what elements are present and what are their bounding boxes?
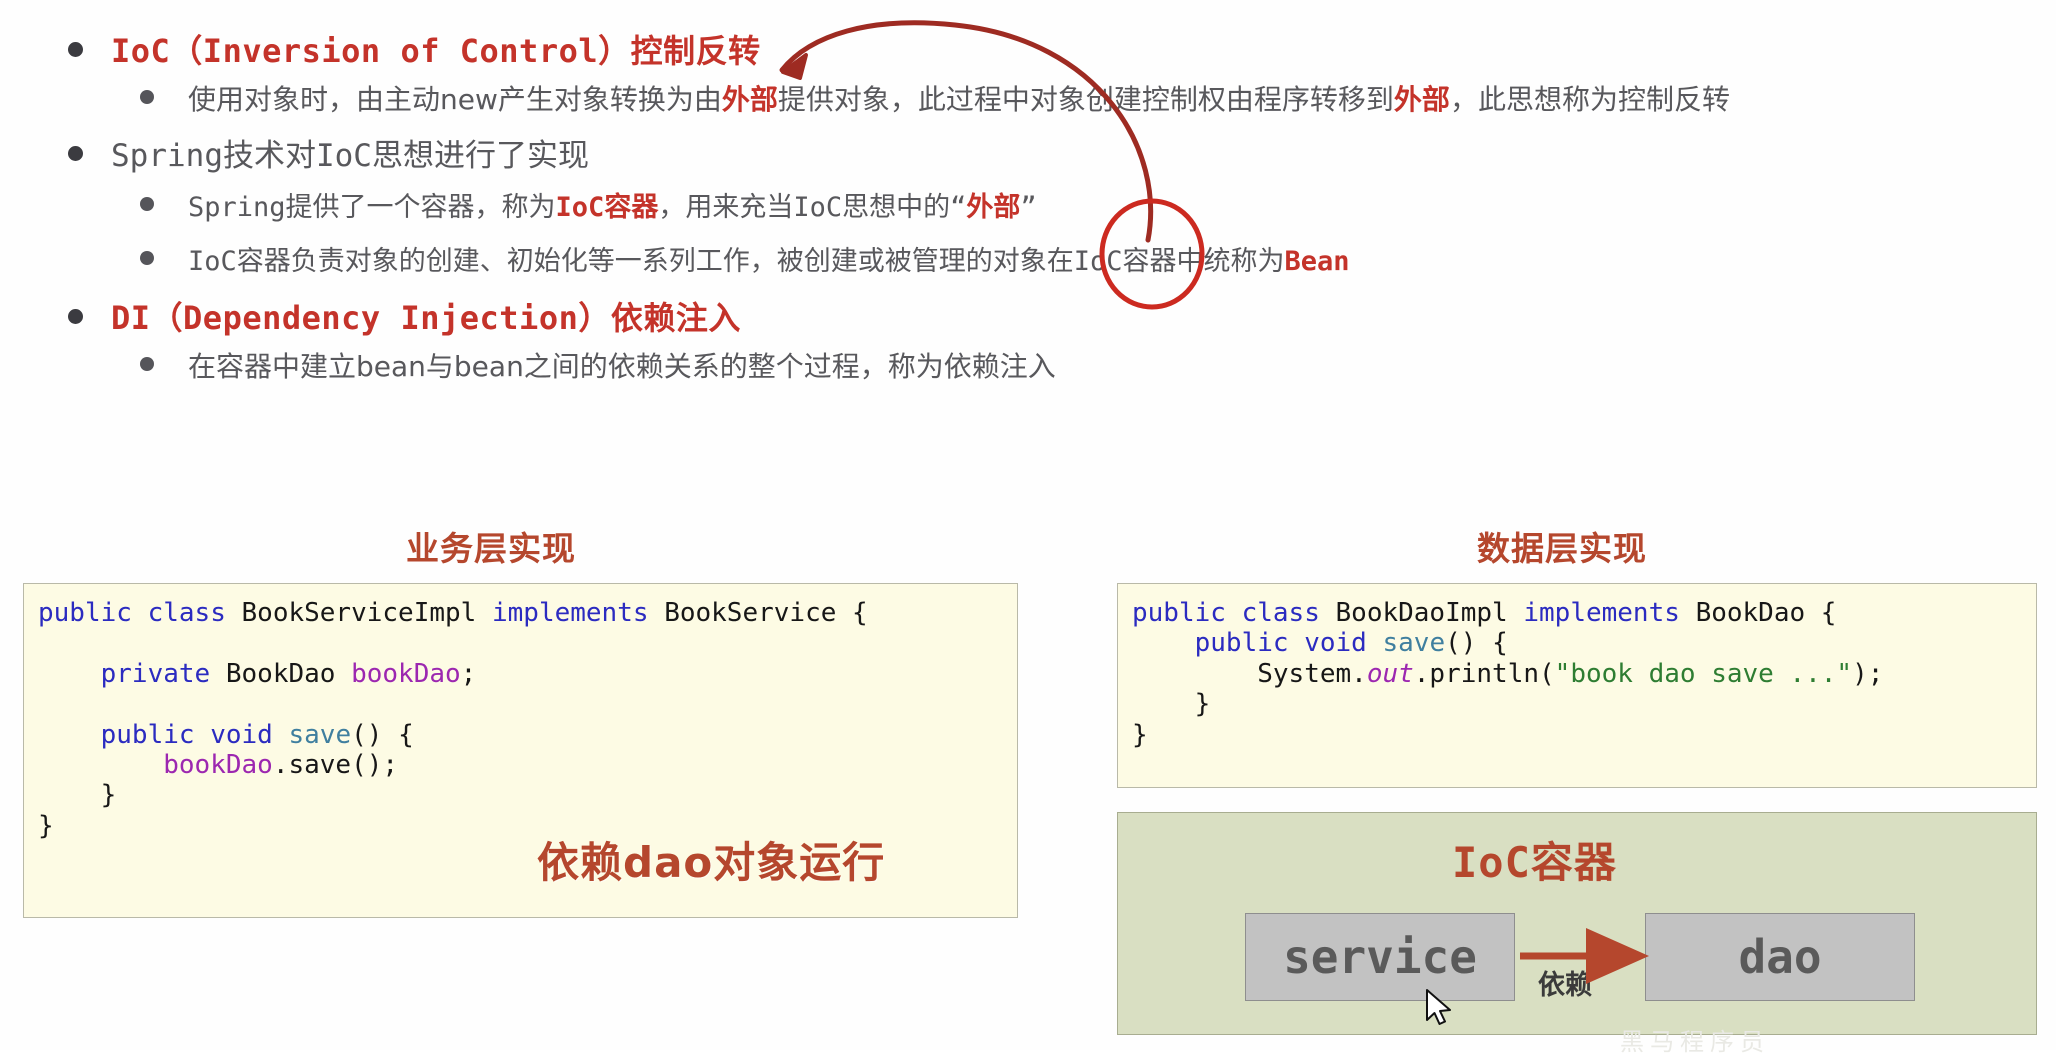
bullet-di-explanation-text: 在容器中建立bean与bean之间的依赖关系的整个过程，称为依赖注入 [188, 350, 1056, 383]
println-call: .println( [1413, 658, 1555, 689]
method-save: save [288, 719, 352, 750]
kw-implements: implements [491, 598, 649, 628]
external-keyword-2: 外部 [1393, 83, 1450, 116]
external-keyword-1: 外部 [721, 83, 778, 116]
close-brace-outer: } [1132, 719, 1148, 750]
bullet-di-heading-text: DI（Dependency Injection）依赖注入 [111, 293, 741, 339]
container-seg-5: ” [1020, 192, 1037, 223]
bullet-ioc-explanation: 使用对象时，由主动new产生对象转换为由外部提供对象，此过程中对象创建控制权由程… [140, 78, 1730, 118]
di-chinese-label: 依赖注入 [610, 299, 741, 337]
container-seg-3: ，用来充当IoC思想中的“ [658, 192, 967, 223]
string-literal: "book dao save ..." [1554, 658, 1853, 689]
kw-class: class [147, 598, 226, 628]
println-end: ); [1852, 658, 1884, 689]
semicolon: ; [460, 658, 477, 689]
bullet-ioc-heading-text: IoC（Inversion of Control）控制反转 [111, 26, 761, 72]
ioc-container-title: IoC容器 [1452, 838, 1617, 887]
bullet-dot [68, 42, 83, 57]
bullet-spring-container-text: Spring提供了一个容器，称为IoC容器，用来充当IoC思想中的“外部” [188, 185, 1037, 224]
container-seg-1: Spring提供了一个容器，称为 [188, 192, 556, 223]
service-dependency-note: 依赖dao对象运行 [537, 838, 886, 887]
watermark-text: 黑马程序员 [1620, 1028, 1770, 1056]
kw-implements: implements [1523, 598, 1680, 628]
bullet-bean-definition-text: IoC容器负责对象的创建、初始化等一系列工作，被创建或被管理的对象在IoC容器中… [188, 239, 1350, 278]
bullet-ioc-explanation-text: 使用对象时，由主动new产生对象转换为由外部提供对象，此过程中对象创建控制权由程… [188, 78, 1730, 118]
system-prefix: System. [1257, 658, 1367, 689]
bullet-dot [68, 309, 83, 324]
kw-private: private [100, 658, 211, 689]
bullet-spring-impl: Spring技术对IoC思想进行了实现 [68, 130, 589, 175]
bullet-di-heading: DI（Dependency Injection）依赖注入 [68, 293, 741, 339]
system-out-field: out [1366, 658, 1414, 689]
method-save: save [1382, 628, 1446, 659]
bean-seg-1: IoC容器负责对象的创建、初始化等一系列工作，被创建或被管理的对象在IoC容器中… [188, 246, 1285, 277]
kw-public-2: public [100, 719, 195, 750]
bullet-dot [68, 146, 83, 161]
type-bookdao: BookDao [225, 658, 336, 689]
call-save: .save(); [272, 750, 399, 781]
explanation-seg-3: 提供对象，此过程中对象创建控制权由程序转移到 [777, 83, 1394, 116]
di-english-label: DI（Dependency Injection） [111, 299, 611, 337]
close-brace-inner: } [100, 780, 117, 811]
bean-keyword: Bean [1284, 246, 1350, 277]
interface-bookdao: BookDao [1695, 598, 1806, 628]
kw-void: void [210, 719, 273, 750]
class-name-bookdaoimpl: BookDaoImpl [1335, 598, 1508, 628]
bullet-dot [140, 251, 154, 265]
open-brace: { [852, 598, 868, 628]
service-layer-title: 业务层实现 [406, 529, 576, 568]
bean-box-dao[interactable]: dao [1645, 913, 1915, 1001]
bullet-di-explanation: 在容器中建立bean与bean之间的依赖关系的整个过程，称为依赖注入 [140, 345, 1056, 385]
bullet-dot [140, 197, 154, 211]
close-brace-outer: } [38, 810, 54, 841]
kw-class: class [1241, 598, 1320, 628]
bullet-dot [140, 357, 154, 371]
bullet-ioc-heading: IoC（Inversion of Control）控制反转 [68, 26, 761, 72]
dao-layer-title: 数据层实现 [1477, 529, 1647, 568]
kw-public: public [1132, 598, 1226, 628]
method-save-tail: () { [351, 719, 414, 750]
ioc-english-label: IoC（Inversion of Control） [111, 32, 631, 70]
bean-box-dao-label: dao [1738, 930, 1822, 984]
bullet-dot [140, 90, 154, 104]
external-keyword-circled: 外部 [966, 192, 1021, 223]
bean-box-service[interactable]: service [1245, 913, 1515, 1001]
class-name-bookserviceimpl: BookServiceImpl [241, 598, 477, 628]
ioc-chinese-label: 控制反转 [630, 32, 761, 70]
kw-public-2: public [1194, 628, 1289, 659]
method-save-tail: () { [1445, 628, 1508, 659]
open-brace: { [1820, 598, 1837, 628]
bullet-spring-impl-text: Spring技术对IoC思想进行了实现 [111, 138, 589, 174]
close-brace-inner: } [1194, 689, 1211, 720]
field-ref-bookdao: bookDao [163, 750, 273, 781]
ioc-container-keyword: IoC容器 [555, 192, 659, 223]
curved-arrow-head-icon [781, 53, 808, 80]
bean-box-service-label: service [1283, 930, 1477, 984]
kw-public: public [38, 598, 132, 628]
field-bookdao: bookDao [351, 658, 461, 689]
slide-canvas: IoC（Inversion of Control）控制反转 使用对象时，由主动n… [0, 0, 2056, 1056]
dependency-arrow-label: 依赖 [1538, 970, 1592, 1001]
bullet-spring-container: Spring提供了一个容器，称为IoC容器，用来充当IoC思想中的“外部” [140, 185, 1037, 224]
bullet-bean-definition: IoC容器负责对象的创建、初始化等一系列工作，被创建或被管理的对象在IoC容器中… [140, 239, 1350, 278]
dao-code-block: public class BookDaoImpl implements Book… [1117, 583, 2037, 788]
explanation-seg-1: 使用对象时，由主动new产生对象转换为由 [188, 83, 722, 116]
explanation-seg-5: ，此思想称为控制反转 [1449, 83, 1730, 116]
kw-void: void [1304, 628, 1367, 659]
interface-bookservice: BookService [664, 598, 837, 628]
